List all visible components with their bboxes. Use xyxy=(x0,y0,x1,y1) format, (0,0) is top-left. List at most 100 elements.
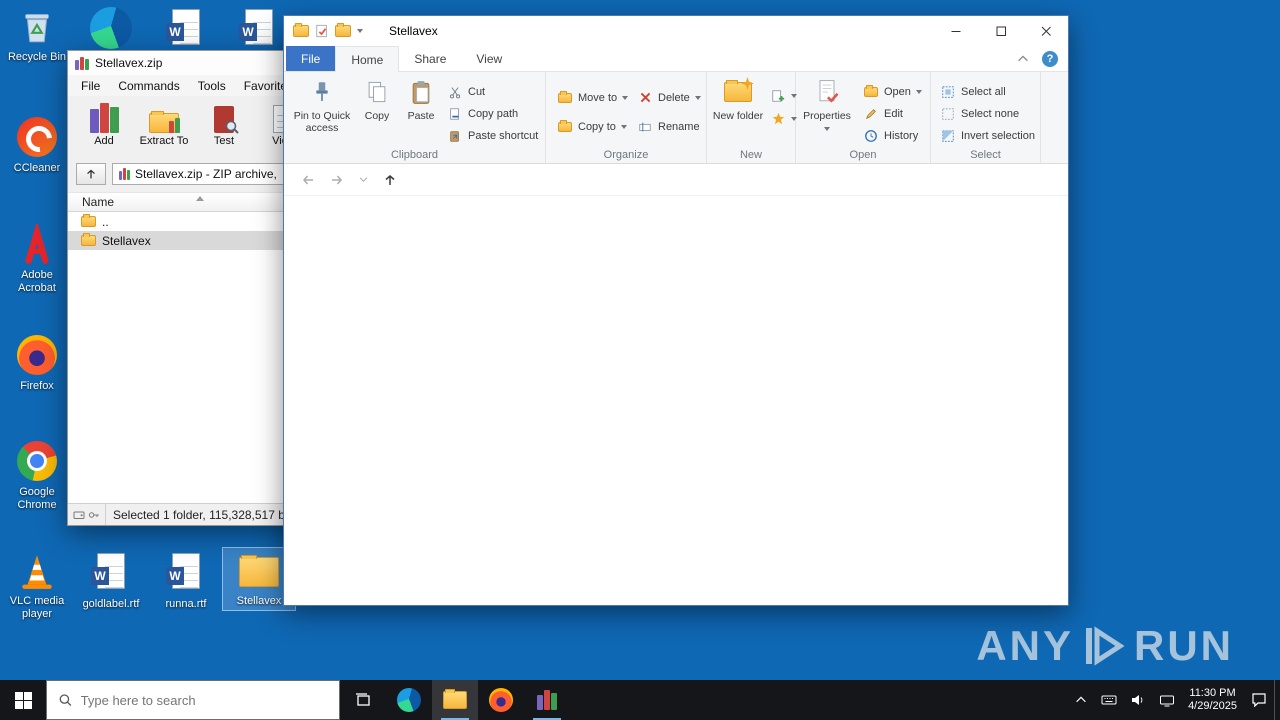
icon-label: Adobe Acrobat xyxy=(18,269,56,294)
taskbar-edge-button[interactable] xyxy=(386,680,432,720)
explorer-content-area[interactable] xyxy=(284,196,1068,605)
edge-icon xyxy=(90,7,132,49)
winrar-up-button[interactable] xyxy=(76,163,106,185)
tab-home[interactable]: Home xyxy=(335,46,400,72)
word-document-icon: W xyxy=(238,9,280,51)
open-button[interactable]: Open xyxy=(860,81,925,102)
folder-icon xyxy=(81,233,96,246)
winrar-add-button[interactable]: Add xyxy=(76,98,132,158)
show-desktop-button[interactable] xyxy=(1274,680,1280,720)
menu-commands[interactable]: Commands xyxy=(109,79,188,93)
task-view-button[interactable] xyxy=(340,680,386,720)
maximize-button[interactable] xyxy=(978,16,1023,46)
word-document-icon: W xyxy=(165,553,207,595)
close-icon xyxy=(1041,26,1051,36)
new-item-icon xyxy=(770,88,786,104)
show-hidden-icons-button[interactable] xyxy=(1074,693,1088,707)
copy-path-icon xyxy=(447,106,463,122)
select-none-button[interactable]: Select none xyxy=(937,103,1022,124)
new-folder-qat-icon[interactable] xyxy=(335,23,351,37)
desktop-icon-google-chrome[interactable]: Google Chrome xyxy=(1,438,73,514)
network-icon[interactable] xyxy=(1159,692,1175,708)
pushpin-icon xyxy=(306,77,338,107)
new-folder-button[interactable]: New folder xyxy=(711,77,765,122)
word-document-icon: W xyxy=(90,553,132,595)
desktop-icon-edge[interactable] xyxy=(75,4,147,54)
menu-tools[interactable]: Tools xyxy=(189,79,235,93)
group-label-organize: Organize xyxy=(603,149,649,161)
desktop-icon-ccleaner[interactable]: CCleaner xyxy=(1,114,73,177)
select-all-icon xyxy=(940,84,956,100)
explorer-titlebar[interactable]: Stellavex xyxy=(284,16,1068,46)
copy-path-button[interactable]: Copy path xyxy=(444,103,521,124)
delete-button[interactable]: Delete xyxy=(634,87,704,108)
watermark-run: RUN xyxy=(1134,622,1234,669)
edit-button[interactable]: Edit xyxy=(860,103,906,124)
close-button[interactable] xyxy=(1023,16,1068,46)
folder-icon[interactable] xyxy=(293,23,309,37)
menu-file[interactable]: File xyxy=(72,79,109,93)
drive-icon xyxy=(73,511,85,519)
desktop-icon-runna-rtf[interactable]: W runna.rtf xyxy=(150,548,222,613)
maximize-icon xyxy=(996,26,1006,36)
group-label-new: New xyxy=(739,149,762,161)
winrar-test-button[interactable]: Test xyxy=(196,98,252,158)
taskbar-winrar-button[interactable] xyxy=(524,680,570,720)
icon-label: runna.rtf xyxy=(165,598,207,610)
desktop-icon-goldlabel-rtf[interactable]: W goldlabel.rtf xyxy=(75,548,147,613)
taskbar-clock[interactable]: 11:30 PM 4/29/2025 xyxy=(1188,687,1237,713)
collapse-ribbon-chevron-icon[interactable] xyxy=(1016,52,1030,66)
history-button[interactable]: History xyxy=(860,125,921,146)
winrar-status-text: Selected 1 folder, 115,328,517 by xyxy=(113,507,291,522)
volume-icon[interactable] xyxy=(1130,692,1146,708)
edit-icon xyxy=(863,106,879,122)
winrar-extract-to-button[interactable]: Extract To xyxy=(136,98,192,158)
recent-locations-chevron-icon[interactable] xyxy=(358,174,369,185)
paste-button[interactable]: Paste xyxy=(400,77,442,122)
minimize-icon xyxy=(951,31,960,32)
taskbar-file-explorer-button[interactable] xyxy=(432,680,478,720)
desktop-icon-recycle-bin[interactable]: Recycle Bin xyxy=(1,4,73,66)
qat-chevron-down-icon[interactable] xyxy=(357,29,363,33)
copy-button[interactable]: Copy xyxy=(356,77,398,122)
clock-date: 4/29/2025 xyxy=(1188,700,1237,712)
screen: Recycle Bin CCleaner Adobe Acrobat Firef… xyxy=(0,0,1280,720)
minimize-button[interactable] xyxy=(933,16,978,46)
ribbon-tab-strip: File Home Share View ? xyxy=(284,46,1068,72)
action-center-button[interactable] xyxy=(1250,691,1268,709)
icon-label: Google Chrome xyxy=(17,486,57,511)
select-all-button[interactable]: Select all xyxy=(937,81,1009,102)
invert-selection-button[interactable]: Invert selection xyxy=(937,125,1038,146)
desktop-icon-vlc[interactable]: VLC media player xyxy=(1,548,73,623)
google-chrome-icon xyxy=(16,441,58,483)
paste-shortcut-button[interactable]: Paste shortcut xyxy=(444,125,541,146)
desktop-icon-adobe-acrobat[interactable]: Adobe Acrobat xyxy=(1,222,73,297)
taskbar-search[interactable] xyxy=(46,680,340,720)
up-icon[interactable] xyxy=(382,172,398,188)
properties-icon xyxy=(811,77,843,107)
taskbar-firefox-button[interactable] xyxy=(478,680,524,720)
back-icon[interactable] xyxy=(300,172,316,188)
tab-view[interactable]: View xyxy=(461,46,517,71)
start-button[interactable] xyxy=(0,680,46,720)
search-input[interactable] xyxy=(80,692,328,708)
ccleaner-icon xyxy=(16,117,58,159)
rename-button[interactable]: Rename xyxy=(634,116,703,137)
cut-button[interactable]: Cut xyxy=(444,81,488,102)
desktop-icon-document-1[interactable]: W xyxy=(150,4,222,56)
tab-share[interactable]: Share xyxy=(399,46,461,71)
touch-keyboard-icon[interactable] xyxy=(1101,692,1117,708)
move-to-button[interactable]: Move to xyxy=(554,87,631,108)
copy-to-button[interactable]: Copy to xyxy=(554,116,630,137)
winrar-address-text: Stellavex.zip - ZIP archive, xyxy=(135,167,277,181)
firefox-icon xyxy=(489,688,513,712)
help-icon[interactable]: ? xyxy=(1042,50,1058,67)
properties-check-icon[interactable] xyxy=(315,24,329,38)
system-tray: 11:30 PM 4/29/2025 xyxy=(1074,680,1274,720)
forward-icon[interactable] xyxy=(329,172,345,188)
desktop-icon-firefox[interactable]: Firefox xyxy=(1,332,73,395)
history-icon xyxy=(863,128,879,144)
properties-button[interactable]: Properties xyxy=(800,77,854,134)
pin-to-quick-access-button[interactable]: Pin to Quick access xyxy=(292,77,352,134)
tab-file[interactable]: File xyxy=(286,46,336,71)
